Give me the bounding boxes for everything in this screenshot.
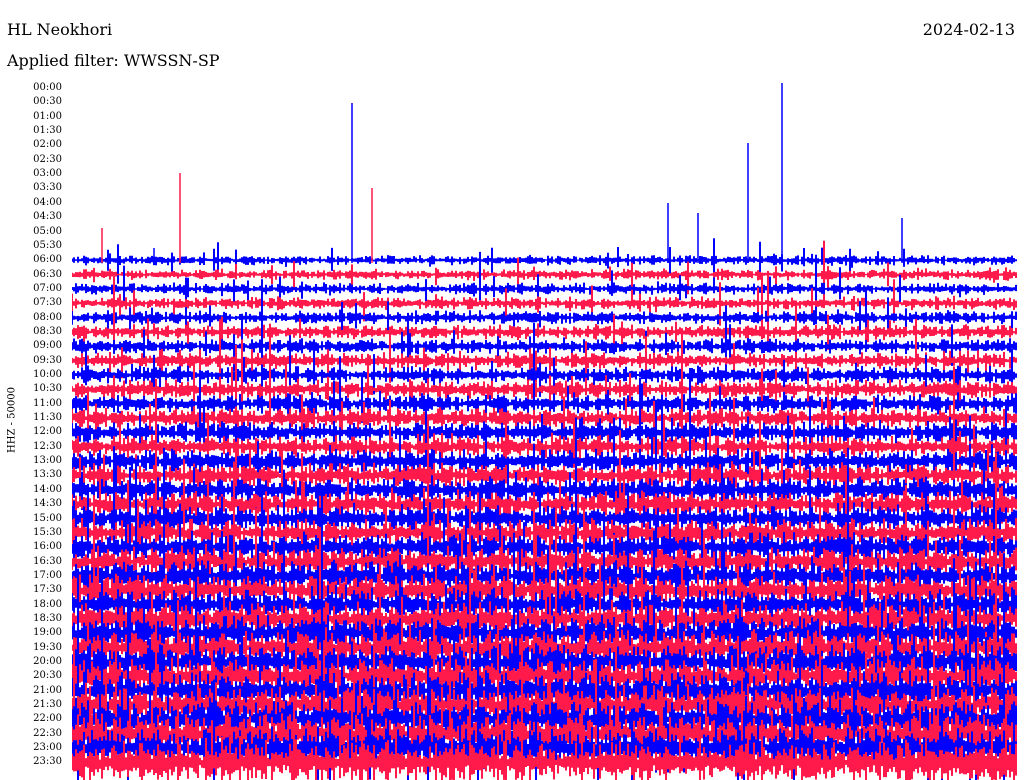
row-label: 13:00 xyxy=(33,455,62,467)
row-label: 18:30 xyxy=(33,612,62,624)
row-label: 22:00 xyxy=(33,713,62,725)
row-label: 11:00 xyxy=(33,397,62,409)
row-label: 21:30 xyxy=(33,699,62,711)
row-label: 11:30 xyxy=(33,412,62,424)
row-label: 07:00 xyxy=(33,282,62,294)
trace-row xyxy=(72,286,1017,352)
row-label: 19:00 xyxy=(33,627,62,639)
row-label: 10:30 xyxy=(33,383,62,395)
channel-label: HHZ - 50000 xyxy=(6,387,18,453)
row-label: 19:30 xyxy=(33,641,62,653)
row-label: 04:30 xyxy=(33,211,62,223)
row-label: 04:00 xyxy=(33,196,62,208)
row-label: 14:00 xyxy=(33,483,62,495)
helicorder-plot xyxy=(72,83,1017,780)
row-label: 21:00 xyxy=(33,684,62,696)
row-label: 18:00 xyxy=(33,598,62,610)
record-date: 2024-02-13 xyxy=(922,20,1015,39)
row-label: 13:30 xyxy=(33,469,62,481)
row-label: 02:00 xyxy=(33,139,62,151)
row-label: 23:00 xyxy=(33,742,62,754)
row-label: 20:30 xyxy=(33,670,62,682)
row-label: 12:30 xyxy=(33,440,62,452)
row-label: 17:30 xyxy=(33,584,62,596)
row-label: 02:30 xyxy=(33,153,62,165)
row-label: 15:30 xyxy=(33,526,62,538)
row-label: 16:30 xyxy=(33,555,62,567)
row-label: 12:00 xyxy=(33,426,62,438)
row-label: 08:30 xyxy=(33,325,62,337)
row-label: 05:00 xyxy=(33,225,62,237)
row-label: 07:30 xyxy=(33,297,62,309)
row-label: 06:30 xyxy=(33,268,62,280)
row-label: 14:30 xyxy=(33,498,62,510)
row-label: 03:00 xyxy=(33,168,62,180)
row-label: 09:00 xyxy=(33,340,62,352)
row-label: 03:30 xyxy=(33,182,62,194)
row-label: 00:30 xyxy=(33,96,62,108)
row-label: 16:00 xyxy=(33,541,62,553)
row-label: 06:00 xyxy=(33,254,62,266)
row-label: 01:30 xyxy=(33,125,62,137)
row-label: 17:00 xyxy=(33,569,62,581)
row-label: 00:00 xyxy=(33,82,62,93)
row-label: 22:30 xyxy=(33,727,62,739)
row-label: 08:00 xyxy=(33,311,62,323)
row-label: 10:00 xyxy=(33,369,62,380)
row-label: 01:00 xyxy=(33,110,62,122)
row-label: 09:30 xyxy=(33,354,62,366)
row-label: 20:00 xyxy=(33,656,62,667)
row-label: 23:30 xyxy=(33,756,62,768)
trace-row xyxy=(72,238,1017,289)
row-label: 05:30 xyxy=(33,239,62,251)
row-label: 15:00 xyxy=(33,512,62,524)
